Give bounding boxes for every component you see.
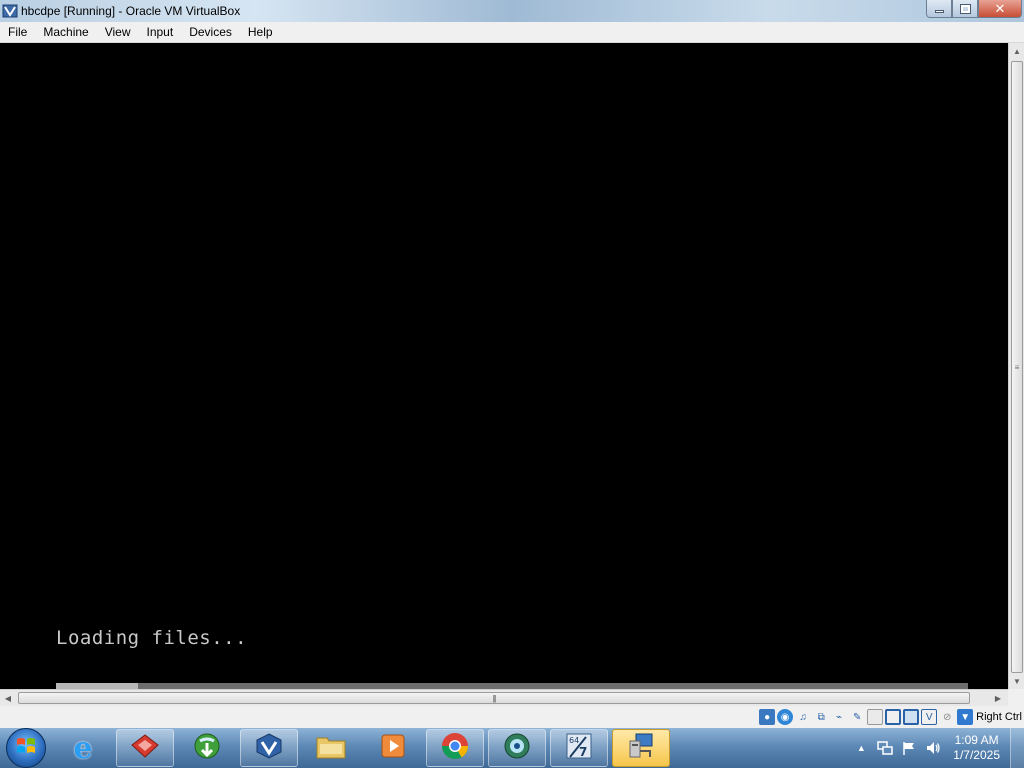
horizontal-scrollbar[interactable]: ◀ ||| ▶ bbox=[0, 689, 1008, 706]
window-title: hbcdpe [Running] - Oracle VM VirtualBox bbox=[21, 4, 241, 18]
scroll-right-arrow-icon[interactable]: ▶ bbox=[990, 690, 1006, 706]
mouse-integration-icon[interactable]: V bbox=[921, 709, 938, 725]
download-manager-icon bbox=[192, 731, 222, 766]
menu-view[interactable]: View bbox=[97, 22, 139, 43]
vm-display[interactable]: Loading files... bbox=[0, 43, 1008, 689]
network-icon[interactable]: ⧉ bbox=[813, 709, 829, 725]
menu-machine[interactable]: Machine bbox=[35, 22, 96, 43]
taskbar-download-manager[interactable] bbox=[178, 729, 236, 767]
app-red-icon bbox=[130, 733, 160, 764]
shared-folders-icon[interactable]: ✎ bbox=[849, 709, 865, 725]
restore-button[interactable] bbox=[952, 0, 978, 18]
windows-logo-icon bbox=[15, 735, 37, 762]
virtualbox-app-icon bbox=[2, 3, 18, 19]
volume-icon[interactable] bbox=[924, 739, 942, 757]
usb-icon[interactable]: ⌁ bbox=[831, 709, 847, 725]
menu-bar: File Machine View Input Devices Help bbox=[0, 22, 1024, 43]
close-icon: ✕ bbox=[994, 0, 1006, 16]
menu-input[interactable]: Input bbox=[139, 22, 182, 43]
hard-disk-icon[interactable]: ● bbox=[759, 709, 776, 725]
horizontal-scroll-thumb[interactable]: ||| bbox=[18, 692, 970, 704]
menu-file[interactable]: File bbox=[0, 22, 35, 43]
system-tray: ▲ 1:09 AM 1/7/2025 bbox=[849, 728, 1024, 768]
taskbar-windows7-usb-tool[interactable]: 64 7 bbox=[550, 729, 608, 767]
chrome-icon bbox=[440, 731, 470, 766]
minimize-button[interactable] bbox=[926, 0, 952, 18]
network-tray-icon[interactable] bbox=[876, 739, 894, 757]
host-key-arrow-icon: ▼ bbox=[957, 709, 974, 725]
clock-time: 1:09 AM bbox=[954, 733, 999, 747]
taskbar-chrome[interactable] bbox=[426, 729, 484, 767]
scroll-up-arrow-icon[interactable]: ▲ bbox=[1009, 43, 1024, 59]
menu-devices[interactable]: Devices bbox=[181, 22, 240, 43]
virtualization-icon[interactable] bbox=[903, 709, 920, 725]
clock[interactable]: 1:09 AM 1/7/2025 bbox=[953, 733, 1000, 763]
restore-icon bbox=[959, 3, 971, 14]
taskbar-file-explorer[interactable] bbox=[302, 729, 360, 767]
scroll-left-arrow-icon[interactable]: ◀ bbox=[0, 690, 16, 706]
green-globe-icon bbox=[502, 731, 532, 766]
vm-console-text: Loading files... bbox=[56, 627, 248, 649]
virtualbox-icon bbox=[254, 731, 284, 766]
scroll-down-arrow-icon[interactable]: ▼ bbox=[1009, 673, 1024, 689]
optical-drive-icon[interactable]: ◉ bbox=[777, 709, 794, 725]
taskbar-app-red[interactable] bbox=[116, 729, 174, 767]
file-explorer-icon bbox=[315, 732, 347, 765]
vertical-scroll-thumb[interactable]: ≡ bbox=[1011, 61, 1023, 673]
menu-help[interactable]: Help bbox=[240, 22, 281, 43]
display-icon[interactable] bbox=[867, 709, 884, 725]
taskbar-internet-explorer[interactable]: e bbox=[54, 729, 112, 767]
window-controls: ✕ bbox=[926, 0, 1022, 18]
taskbar-virtualbox[interactable] bbox=[240, 729, 298, 767]
start-button[interactable] bbox=[6, 728, 46, 768]
status-bar: ● ◉ ♫ ⧉ ⌁ ✎ V ⊘ ▼ Right Ctrl bbox=[0, 706, 1024, 728]
windows7-usb-tool-icon: 64 7 bbox=[564, 731, 594, 766]
host-key-label: Right Ctrl bbox=[976, 711, 1022, 723]
svg-text:64: 64 bbox=[569, 736, 579, 745]
keyboard-capture-icon[interactable]: ⊘ bbox=[939, 709, 955, 725]
taskbar-virtualbox-machine[interactable] bbox=[612, 729, 670, 767]
clock-date: 1/7/2025 bbox=[953, 748, 1000, 762]
virtualbox-machine-icon bbox=[626, 731, 656, 766]
media-player-icon bbox=[379, 732, 407, 765]
title-bar[interactable]: hbcdpe [Running] - Oracle VM VirtualBox … bbox=[0, 0, 1024, 22]
taskbar-green-globe[interactable] bbox=[488, 729, 546, 767]
action-center-flag-icon[interactable] bbox=[900, 739, 918, 757]
show-desktop-button[interactable] bbox=[1010, 728, 1024, 768]
video-capture-icon[interactable] bbox=[885, 709, 902, 725]
show-hidden-icons-icon[interactable]: ▲ bbox=[852, 739, 870, 757]
svg-text:7: 7 bbox=[579, 745, 587, 759]
close-button[interactable]: ✕ bbox=[978, 0, 1022, 18]
vertical-scrollbar[interactable]: ▲ ≡ ▼ bbox=[1008, 43, 1024, 689]
audio-icon[interactable]: ♫ bbox=[795, 709, 811, 725]
taskbar-media-player[interactable] bbox=[364, 729, 422, 767]
scrollbar-corner bbox=[1008, 689, 1024, 706]
minimize-icon bbox=[934, 10, 944, 13]
internet-explorer-icon: e bbox=[73, 730, 93, 766]
taskbar: e 64 7 ▲ 1:09 AM 1/7/2025 bbox=[0, 728, 1024, 768]
